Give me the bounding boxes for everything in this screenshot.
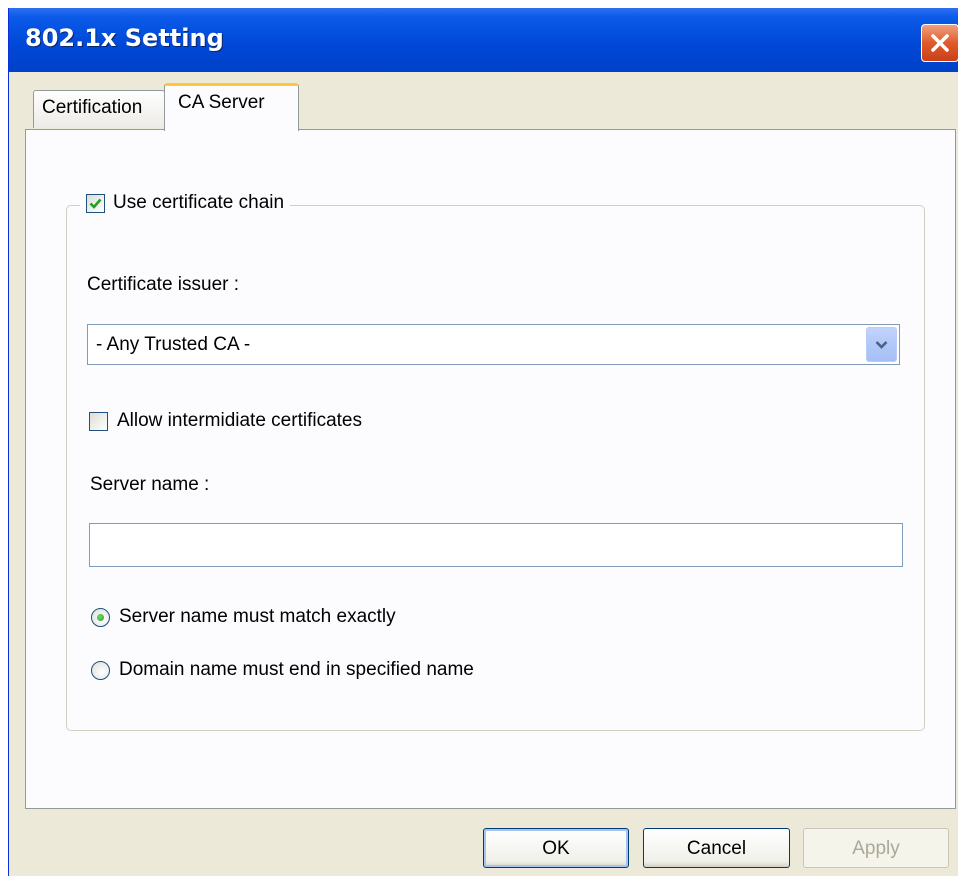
chevron-down-icon	[875, 341, 888, 349]
certificate-issuer-value: - Any Trusted CA -	[96, 334, 251, 355]
window-title: 802.1x Setting	[25, 24, 224, 52]
tab-ca-server[interactable]: CA Server	[164, 83, 299, 131]
dropdown-button[interactable]	[866, 327, 897, 362]
certificate-issuer-select[interactable]: - Any Trusted CA -	[87, 324, 900, 365]
title-bar[interactable]: 802.1x Setting	[9, 8, 958, 72]
radio-match-exactly-option[interactable]: Server name must match exactly	[91, 606, 396, 628]
dialog-window: 802.1x Setting Certification CA Server U…	[8, 8, 958, 876]
ok-button[interactable]: OK	[483, 828, 629, 868]
allow-intermediate-checkbox[interactable]	[89, 411, 108, 431]
allow-intermediate-option[interactable]: Allow intermidiate certificates	[89, 410, 362, 432]
tab-panel-ca-server: Use certificate chain Certificate issuer…	[25, 129, 956, 809]
radio-match-exactly[interactable]	[91, 607, 110, 627]
tab-ca-server-label: CA Server	[178, 92, 265, 113]
radio-domain-end-label: Domain name must end in specified name	[119, 659, 474, 680]
use-certificate-chain-label: Use certificate chain	[113, 192, 285, 213]
certificate-issuer-label: Certificate issuer :	[87, 274, 240, 295]
use-certificate-chain-option[interactable]: Use certificate chain	[80, 188, 291, 218]
server-name-label: Server name :	[90, 474, 210, 495]
checkmark-icon	[89, 198, 102, 209]
tab-certification-label: Certification	[42, 97, 143, 118]
apply-button[interactable]: Apply	[803, 828, 949, 868]
cancel-button[interactable]: Cancel	[643, 828, 790, 868]
close-icon	[931, 34, 949, 52]
radio-selected-dot	[97, 613, 104, 621]
radio-match-exactly-label: Server name must match exactly	[119, 606, 396, 627]
radio-domain-end[interactable]	[91, 660, 110, 680]
server-name-input[interactable]	[89, 523, 903, 567]
tab-certification[interactable]: Certification	[33, 90, 165, 128]
use-certificate-chain-checkbox[interactable]	[86, 193, 105, 213]
allow-intermediate-label: Allow intermidiate certificates	[117, 410, 362, 431]
close-button[interactable]	[921, 24, 958, 62]
radio-domain-end-option[interactable]: Domain name must end in specified name	[91, 659, 474, 681]
